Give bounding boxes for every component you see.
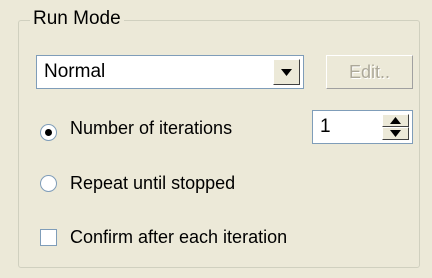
iterations-spinner[interactable]: 1 xyxy=(312,110,413,144)
triangle-up-icon xyxy=(390,117,401,124)
chevron-down-icon xyxy=(281,69,292,76)
repeat-radio[interactable] xyxy=(40,175,57,192)
iterations-radio[interactable] xyxy=(40,124,57,141)
run-mode-selected-value: Normal xyxy=(44,61,106,82)
run-mode-title: Run Mode xyxy=(30,6,124,32)
repeat-label: Repeat until stopped xyxy=(70,173,236,193)
iterations-value: 1 xyxy=(320,116,331,137)
run-mode-dropdown[interactable]: Normal xyxy=(36,55,304,89)
spinner-up-button[interactable] xyxy=(382,114,409,127)
dropdown-arrow-button[interactable] xyxy=(273,59,300,85)
confirm-checkbox[interactable] xyxy=(40,229,57,246)
iterations-label: Number of iterations xyxy=(70,118,233,138)
edit-button[interactable]: Edit.. xyxy=(326,55,413,89)
confirm-label: Confirm after each iteration xyxy=(70,227,288,247)
triangle-down-icon xyxy=(390,130,401,137)
spinner-down-button[interactable] xyxy=(382,127,409,140)
